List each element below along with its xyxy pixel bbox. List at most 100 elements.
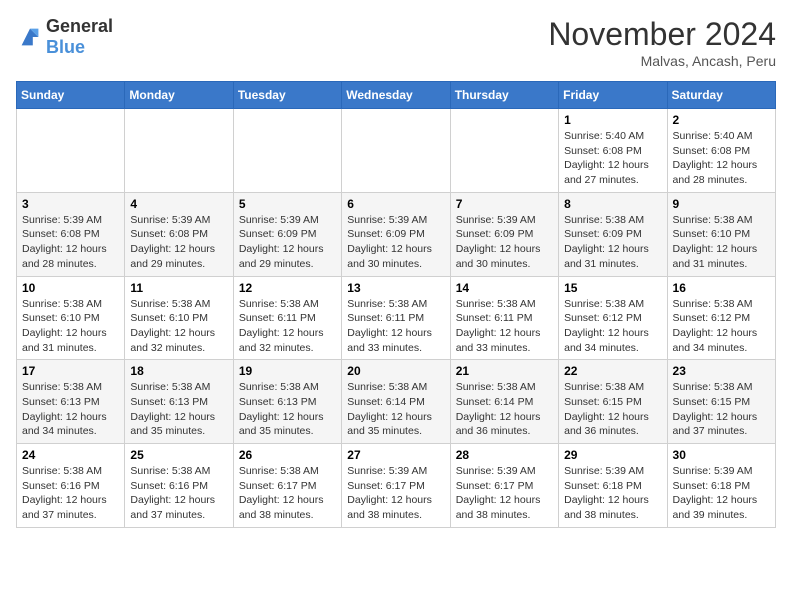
weekday-header-tuesday: Tuesday: [233, 82, 341, 109]
page-header: General Blue November 2024 Malvas, Ancas…: [16, 16, 776, 69]
calendar-cell: 30Sunrise: 5:39 AM Sunset: 6:18 PM Dayli…: [667, 444, 775, 528]
day-info: Sunrise: 5:38 AM Sunset: 6:14 PM Dayligh…: [456, 380, 553, 439]
calendar-table: SundayMondayTuesdayWednesdayThursdayFrid…: [16, 81, 776, 528]
weekday-header-thursday: Thursday: [450, 82, 558, 109]
day-number: 8: [564, 197, 661, 211]
day-info: Sunrise: 5:38 AM Sunset: 6:11 PM Dayligh…: [456, 297, 553, 356]
calendar-cell: 17 Sunrise: 5:38 AM Sunset: 6:13 PM Dayli…: [17, 360, 125, 444]
day-info: Sunrise: 5:38 AM Sunset: 6:09 PM Dayligh…: [564, 213, 661, 272]
weekday-header-sunday: Sunday: [17, 82, 125, 109]
calendar-cell: 19Sunrise: 5:38 AM Sunset: 6:13 PM Dayli…: [233, 360, 341, 444]
day-info: Sunrise: 5:38 AM Sunset: 6:10 PM Dayligh…: [673, 213, 770, 272]
calendar-cell: 15 Sunrise: 5:38 AM Sunset: 6:12 PM Dayli…: [559, 276, 667, 360]
calendar-cell: 7Sunrise: 5:39 AM Sunset: 6:09 PM Daylig…: [450, 192, 558, 276]
day-number: 5: [239, 197, 336, 211]
day-number: 24: [22, 448, 119, 462]
day-info: Sunrise: 5:38 AM Sunset: 6:14 PM Dayligh…: [347, 380, 444, 439]
day-number: 25: [130, 448, 227, 462]
calendar-cell: 8 Sunrise: 5:38 AM Sunset: 6:09 PM Daylig…: [559, 192, 667, 276]
calendar-cell: 9 Sunrise: 5:38 AM Sunset: 6:10 PM Daylig…: [667, 192, 775, 276]
calendar-cell: 21Sunrise: 5:38 AM Sunset: 6:14 PM Dayli…: [450, 360, 558, 444]
calendar-cell: 11 Sunrise: 5:38 AM Sunset: 6:10 PM Dayli…: [125, 276, 233, 360]
location-text: Malvas, Ancash, Peru: [548, 53, 776, 69]
day-info: Sunrise: 5:38 AM Sunset: 6:15 PM Dayligh…: [564, 380, 661, 439]
day-info: Sunrise: 5:38 AM Sunset: 6:13 PM Dayligh…: [239, 380, 336, 439]
day-number: 17: [22, 364, 119, 378]
calendar-cell: 1Sunrise: 5:40 AM Sunset: 6:08 PM Daylig…: [559, 109, 667, 193]
day-number: 20: [347, 364, 444, 378]
day-info: Sunrise: 5:38 AM Sunset: 6:11 PM Dayligh…: [239, 297, 336, 356]
calendar-cell: 4 Sunrise: 5:39 AM Sunset: 6:08 PM Daylig…: [125, 192, 233, 276]
weekday-header-wednesday: Wednesday: [342, 82, 450, 109]
day-info: Sunrise: 5:39 AM Sunset: 6:17 PM Dayligh…: [347, 464, 444, 523]
day-info: Sunrise: 5:39 AM Sunset: 6:08 PM Dayligh…: [130, 213, 227, 272]
calendar-cell: 12 Sunrise: 5:38 AM Sunset: 6:11 PM Dayli…: [233, 276, 341, 360]
calendar-week-2: 3 Sunrise: 5:39 AM Sunset: 6:08 PM Daylig…: [17, 192, 776, 276]
day-info: Sunrise: 5:39 AM Sunset: 6:09 PM Dayligh…: [239, 213, 336, 272]
day-number: 27: [347, 448, 444, 462]
day-info: Sunrise: 5:38 AM Sunset: 6:17 PM Dayligh…: [239, 464, 336, 523]
day-number: 7: [456, 197, 553, 211]
calendar-week-4: 17 Sunrise: 5:38 AM Sunset: 6:13 PM Dayli…: [17, 360, 776, 444]
day-number: 18: [130, 364, 227, 378]
calendar-cell: 5 Sunrise: 5:39 AM Sunset: 6:09 PM Daylig…: [233, 192, 341, 276]
day-info: Sunrise: 5:39 AM Sunset: 6:17 PM Dayligh…: [456, 464, 553, 523]
calendar-cell: 29 Sunrise: 5:39 AM Sunset: 6:18 PM Dayli…: [559, 444, 667, 528]
day-number: 28: [456, 448, 553, 462]
calendar-week-3: 10Sunrise: 5:38 AM Sunset: 6:10 PM Dayli…: [17, 276, 776, 360]
calendar-cell: 20 Sunrise: 5:38 AM Sunset: 6:14 PM Dayli…: [342, 360, 450, 444]
calendar-cell: 6 Sunrise: 5:39 AM Sunset: 6:09 PM Daylig…: [342, 192, 450, 276]
calendar-cell: 3 Sunrise: 5:39 AM Sunset: 6:08 PM Daylig…: [17, 192, 125, 276]
day-info: Sunrise: 5:38 AM Sunset: 6:10 PM Dayligh…: [130, 297, 227, 356]
day-number: 6: [347, 197, 444, 211]
day-info: Sunrise: 5:38 AM Sunset: 6:12 PM Dayligh…: [673, 297, 770, 356]
day-number: 30: [673, 448, 770, 462]
day-info: Sunrise: 5:39 AM Sunset: 6:09 PM Dayligh…: [347, 213, 444, 272]
day-info: Sunrise: 5:39 AM Sunset: 6:08 PM Dayligh…: [22, 213, 119, 272]
day-number: 12: [239, 281, 336, 295]
title-block: November 2024 Malvas, Ancash, Peru: [548, 16, 776, 69]
day-number: 11: [130, 281, 227, 295]
weekday-header-monday: Monday: [125, 82, 233, 109]
day-info: Sunrise: 5:38 AM Sunset: 6:13 PM Dayligh…: [22, 380, 119, 439]
day-info: Sunrise: 5:38 AM Sunset: 6:16 PM Dayligh…: [22, 464, 119, 523]
day-info: Sunrise: 5:38 AM Sunset: 6:15 PM Dayligh…: [673, 380, 770, 439]
weekday-header-saturday: Saturday: [667, 82, 775, 109]
day-number: 26: [239, 448, 336, 462]
calendar-cell: 22 Sunrise: 5:38 AM Sunset: 6:15 PM Dayli…: [559, 360, 667, 444]
calendar-cell: 25Sunrise: 5:38 AM Sunset: 6:16 PM Dayli…: [125, 444, 233, 528]
day-info: Sunrise: 5:38 AM Sunset: 6:13 PM Dayligh…: [130, 380, 227, 439]
calendar-cell: [17, 109, 125, 193]
day-number: 3: [22, 197, 119, 211]
calendar-cell: 24 Sunrise: 5:38 AM Sunset: 6:16 PM Dayli…: [17, 444, 125, 528]
calendar-cell: 2Sunrise: 5:40 AM Sunset: 6:08 PM Daylig…: [667, 109, 775, 193]
calendar-cell: 28 Sunrise: 5:39 AM Sunset: 6:17 PM Dayli…: [450, 444, 558, 528]
calendar-cell: [233, 109, 341, 193]
day-info: Sunrise: 5:38 AM Sunset: 6:12 PM Dayligh…: [564, 297, 661, 356]
calendar-cell: 23Sunrise: 5:38 AM Sunset: 6:15 PM Dayli…: [667, 360, 775, 444]
day-number: 9: [673, 197, 770, 211]
day-number: 14: [456, 281, 553, 295]
day-number: 29: [564, 448, 661, 462]
logo[interactable]: General Blue: [16, 16, 113, 58]
calendar-cell: [450, 109, 558, 193]
calendar-week-1: 1Sunrise: 5:40 AM Sunset: 6:08 PM Daylig…: [17, 109, 776, 193]
day-number: 1: [564, 113, 661, 127]
day-number: 16: [673, 281, 770, 295]
calendar-cell: [125, 109, 233, 193]
calendar-cell: 13Sunrise: 5:38 AM Sunset: 6:11 PM Dayli…: [342, 276, 450, 360]
day-number: 4: [130, 197, 227, 211]
day-info: Sunrise: 5:39 AM Sunset: 6:18 PM Dayligh…: [564, 464, 661, 523]
day-number: 22: [564, 364, 661, 378]
calendar-cell: 10Sunrise: 5:38 AM Sunset: 6:10 PM Dayli…: [17, 276, 125, 360]
calendar-header-row: SundayMondayTuesdayWednesdayThursdayFrid…: [17, 82, 776, 109]
calendar-cell: 18 Sunrise: 5:38 AM Sunset: 6:13 PM Dayli…: [125, 360, 233, 444]
logo-blue-text: Blue: [46, 37, 85, 57]
logo-general-text: General: [46, 16, 113, 36]
month-title: November 2024: [548, 16, 776, 53]
calendar-cell: [342, 109, 450, 193]
day-number: 15: [564, 281, 661, 295]
weekday-header-friday: Friday: [559, 82, 667, 109]
day-info: Sunrise: 5:38 AM Sunset: 6:11 PM Dayligh…: [347, 297, 444, 356]
calendar-cell: 14 Sunrise: 5:38 AM Sunset: 6:11 PM Dayli…: [450, 276, 558, 360]
